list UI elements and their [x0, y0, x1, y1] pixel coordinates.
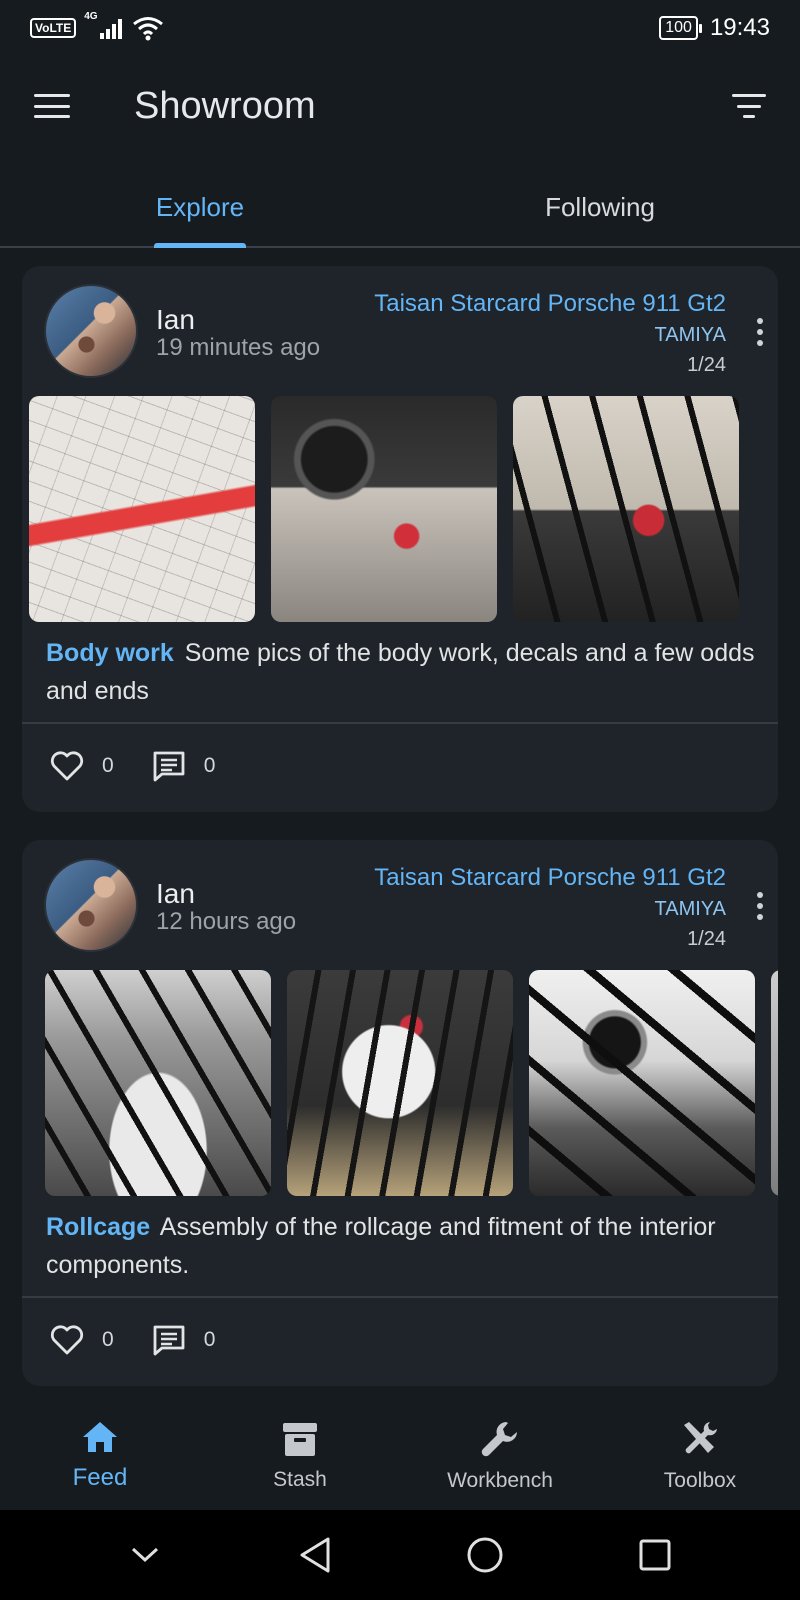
signal-icon: 4G [84, 11, 123, 39]
post-caption: Rollcage Assembly of the rollcage and fi… [46, 1208, 756, 1284]
post-header: Ian 12 hours ago Taisan Starcard Porsche… [22, 840, 778, 960]
wrench-icon [481, 1422, 517, 1457]
user-name[interactable]: Ian [156, 304, 195, 336]
bottom-nav: Feed Stash Workbench Toolbox [0, 1402, 800, 1510]
filter-icon[interactable] [732, 94, 766, 118]
photo-carousel[interactable] [22, 970, 778, 1198]
like-count: 0 [102, 1328, 114, 1351]
more-options-icon[interactable] [756, 892, 764, 920]
post-photo[interactable] [771, 970, 778, 1196]
recents-square-icon [639, 1539, 671, 1571]
home-button[interactable] [455, 1525, 515, 1585]
app-bar: Showroom [0, 56, 800, 156]
nav-workbench[interactable]: Workbench [400, 1402, 600, 1510]
post-tag[interactable]: Body work [46, 639, 174, 667]
post-photo[interactable] [29, 396, 255, 622]
volte-indicator: VoLTE [30, 18, 77, 38]
post-photo[interactable] [513, 396, 739, 622]
kit-name-link[interactable]: Taisan Starcard Porsche 911 Gt2 [374, 290, 726, 318]
nav-toolbox[interactable]: Toolbox [600, 1402, 800, 1510]
clock: 19:43 [709, 14, 770, 41]
home-icon [83, 1422, 117, 1452]
kit-name-link[interactable]: Taisan Starcard Porsche 911 Gt2 [374, 864, 726, 892]
chevron-down-icon [131, 1547, 159, 1563]
recents-button[interactable] [625, 1525, 685, 1585]
comment-icon[interactable] [152, 1324, 186, 1356]
kit-brand: TAMIYA [654, 898, 726, 920]
post-time: 19 minutes ago [156, 334, 321, 361]
nav-label: Feed [72, 1464, 128, 1491]
post-caption: Body work Some pics of the body work, de… [46, 634, 756, 710]
divider [22, 1296, 778, 1298]
archive-box-icon [283, 1423, 317, 1456]
heart-icon[interactable] [50, 750, 84, 782]
nav-label: Stash [273, 1468, 327, 1491]
post-photo[interactable] [287, 970, 513, 1196]
tools-icon [684, 1422, 717, 1454]
back-triangle-icon [300, 1537, 330, 1573]
nav-stash[interactable]: Stash [200, 1402, 400, 1510]
page-title: Showroom [134, 84, 316, 127]
heart-icon[interactable] [50, 1324, 84, 1356]
nav-feed[interactable]: Feed [0, 1402, 200, 1510]
battery-icon: 100 [659, 16, 702, 40]
kit-scale: 1/24 [687, 354, 726, 376]
back-button[interactable] [285, 1525, 345, 1585]
kit-scale: 1/24 [687, 928, 726, 950]
post-card[interactable]: Ian 19 minutes ago Taisan Starcard Porsc… [22, 266, 778, 812]
post-tag[interactable]: Rollcage [46, 1213, 150, 1241]
avatar[interactable] [44, 858, 138, 952]
avatar[interactable] [44, 284, 138, 378]
more-options-icon[interactable] [756, 318, 764, 346]
status-bar: VoLTE 4G 100 19:43 [0, 0, 800, 56]
comment-count: 0 [203, 1328, 216, 1351]
post-time: 12 hours ago [156, 908, 297, 935]
post-header: Ian 19 minutes ago Taisan Starcard Porsc… [22, 266, 778, 386]
post-card[interactable]: Ian 12 hours ago Taisan Starcard Porsche… [22, 840, 778, 1386]
like-count: 0 [102, 754, 114, 777]
nav-label: Workbench [447, 1469, 553, 1492]
hamburger-menu-icon[interactable] [34, 94, 70, 118]
status-left: VoLTE 4G [30, 11, 164, 41]
collapse-button[interactable] [115, 1525, 175, 1585]
tab-following[interactable]: Following [400, 168, 800, 246]
network-type: 4G [84, 11, 98, 22]
post-photo[interactable] [45, 970, 271, 1196]
tab-explore[interactable]: Explore [0, 168, 400, 246]
wifi-icon [133, 17, 164, 41]
status-right: 100 19:43 [659, 14, 770, 42]
photo-carousel[interactable] [22, 396, 778, 624]
user-name[interactable]: Ian [156, 878, 195, 910]
system-nav-bar [0, 1510, 800, 1600]
post-photo[interactable] [529, 970, 755, 1196]
tab-bar: Explore Following [0, 168, 800, 248]
comment-count: 0 [203, 754, 216, 777]
post-actions: 0 0 [50, 1316, 253, 1364]
home-circle-icon [467, 1537, 503, 1573]
comment-icon[interactable] [152, 750, 186, 782]
divider [22, 722, 778, 724]
post-actions: 0 0 [50, 742, 253, 790]
post-photo[interactable] [271, 396, 497, 622]
nav-label: Toolbox [663, 1469, 737, 1492]
kit-brand: TAMIYA [654, 324, 726, 346]
